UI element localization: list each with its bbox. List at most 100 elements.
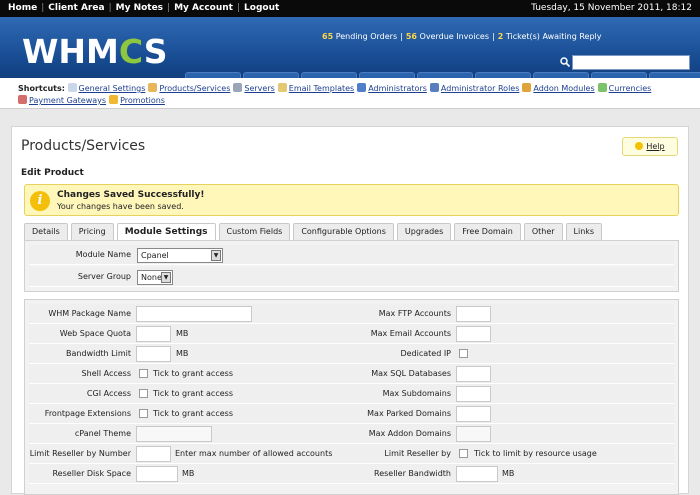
- reseller-bandwidth-unit: MB: [502, 469, 515, 478]
- logout-link[interactable]: Logout: [244, 3, 279, 13]
- pending-orders-link[interactable]: 65 Pending Orders: [322, 32, 397, 41]
- shortcuts-bar: Shortcuts: General Settings Products/Serv…: [0, 78, 700, 109]
- limit-reseller-number-input[interactable]: [136, 446, 171, 462]
- module-name-row: Module Name Cpanel ▼: [29, 245, 674, 265]
- tab-pricing[interactable]: Pricing: [70, 223, 114, 240]
- help-button[interactable]: Help: [622, 137, 678, 156]
- tab-configurable-options[interactable]: Configurable Options: [293, 223, 394, 240]
- whm-package-name-input[interactable]: [136, 306, 252, 322]
- reseller-disk-space-label: Reseller Disk Space: [52, 469, 131, 478]
- info-icon: i: [30, 191, 50, 211]
- my-account-link[interactable]: My Account: [174, 3, 233, 13]
- user-icon: [357, 83, 367, 92]
- tab-upgrades[interactable]: Upgrades: [396, 223, 452, 240]
- max-ftp-accounts-input[interactable]: [456, 306, 491, 322]
- reseller-bandwidth-label: Reseller Bandwidth: [374, 469, 451, 478]
- logo[interactable]: WHMCS: [22, 32, 167, 71]
- tab-details[interactable]: Details: [24, 223, 68, 240]
- settings-box: WHM Package Name Max FTP Accounts Web Sp…: [24, 299, 679, 495]
- shortcut-general-settings[interactable]: General Settings: [67, 83, 145, 93]
- server-group-select[interactable]: None ▼: [137, 270, 173, 285]
- content-panel: Products/Services Help Edit Product i Ch…: [11, 126, 689, 495]
- limit-reseller-number-hint: Enter max number of allowed accounts: [175, 449, 333, 458]
- box-icon: [148, 83, 158, 92]
- shortcut-products-services[interactable]: Products/Services: [148, 83, 230, 93]
- shortcut-email-templates[interactable]: Email Templates: [277, 83, 354, 93]
- settings-row: Bandwidth Limit MB Dedicated IP: [29, 344, 674, 364]
- search-input[interactable]: [572, 55, 690, 70]
- chevron-down-icon: ▼: [161, 272, 171, 283]
- top-bar: Home | Client Area | My Notes | My Account | Log…: [0, 0, 700, 17]
- shortcut-servers[interactable]: Servers: [233, 83, 275, 93]
- cgi-access-checkbox[interactable]: [139, 389, 148, 398]
- success-text: Your changes have been saved.: [57, 202, 184, 211]
- client-area-link[interactable]: Client Area: [48, 3, 104, 13]
- module-name-select[interactable]: Cpanel ▼: [137, 248, 223, 263]
- max-ftp-accounts-label: Max FTP Accounts: [378, 309, 451, 318]
- header: WHMCS 65 Pending Orders | 56 Overdue Invoi…: [0, 17, 700, 95]
- shortcut-administrator-roles[interactable]: Administrator Roles: [429, 83, 519, 93]
- web-space-quota-label: Web Space Quota: [59, 329, 131, 338]
- tab-links[interactable]: Links: [565, 223, 603, 240]
- max-addon-domains-label: Max Addon Domains: [368, 429, 451, 438]
- shortcut-promotions[interactable]: Promotions: [109, 95, 165, 105]
- reseller-disk-space-input[interactable]: [136, 466, 178, 482]
- max-email-accounts-input[interactable]: [456, 326, 491, 342]
- tab-other[interactable]: Other: [523, 223, 563, 240]
- server-group-row: Server Group None ▼: [29, 267, 674, 287]
- tab-custom-fields[interactable]: Custom Fields: [218, 223, 291, 240]
- max-parked-domains-input[interactable]: [456, 406, 491, 422]
- server-group-label: Server Group: [77, 272, 131, 281]
- settings-row: Shell Access Tick to grant access Max SQ…: [29, 364, 674, 384]
- settings-row: Frontpage Extensions Tick to grant acces…: [29, 404, 674, 424]
- limit-reseller-usage-checkbox[interactable]: [459, 449, 468, 458]
- frontpage-extensions-hint: Tick to grant access: [153, 409, 233, 418]
- shell-access-checkbox[interactable]: [139, 369, 148, 378]
- settings-row: WHM Package Name Max FTP Accounts: [29, 304, 674, 324]
- help-icon: [635, 142, 644, 150]
- addon-icon: [522, 83, 532, 92]
- overdue-invoices-link[interactable]: 56 Overdue Invoices: [406, 32, 489, 41]
- my-notes-link[interactable]: My Notes: [116, 3, 163, 13]
- max-sql-databases-label: Max SQL Databases: [371, 369, 451, 378]
- logo-gear-icon: C: [118, 32, 144, 71]
- dedicated-ip-checkbox[interactable]: [459, 349, 468, 358]
- cgi-access-hint: Tick to grant access: [153, 389, 233, 398]
- cgi-access-label: CGI Access: [86, 389, 131, 398]
- search-icon: [560, 57, 570, 67]
- tickets-link[interactable]: 2 Ticket(s) Awaiting Reply: [498, 32, 602, 41]
- web-space-quota-input[interactable]: [136, 326, 171, 342]
- reseller-disk-space-unit: MB: [182, 469, 195, 478]
- web-space-quota-unit: MB: [176, 329, 189, 338]
- limit-reseller-usage-hint: Tick to limit by resource usage: [474, 449, 597, 458]
- tab-module-settings[interactable]: Module Settings: [116, 223, 216, 241]
- top-links: Home | Client Area | My Notes | My Account | Log…: [8, 3, 280, 13]
- settings-icon: [67, 83, 77, 92]
- limit-reseller-number-label: Limit Reseller by Number: [29, 449, 131, 458]
- promotion-icon: [109, 95, 119, 104]
- max-subdomains-input[interactable]: [456, 386, 491, 402]
- module-box: Module Name Cpanel ▼ Server Group None ▼: [24, 240, 679, 292]
- email-icon: [277, 83, 287, 92]
- max-addon-domains-input[interactable]: [456, 426, 491, 442]
- cpanel-theme-input[interactable]: [136, 426, 212, 442]
- server-icon: [233, 83, 243, 92]
- success-title: Changes Saved Successfully!: [57, 190, 205, 200]
- module-name-label: Module Name: [75, 250, 131, 259]
- bandwidth-limit-input[interactable]: [136, 346, 171, 362]
- max-sql-databases-input[interactable]: [456, 366, 491, 382]
- settings-row: cPanel Theme Max Addon Domains: [29, 424, 674, 444]
- shortcut-addon-modules[interactable]: Addon Modules: [522, 83, 595, 93]
- home-link[interactable]: Home: [8, 3, 37, 13]
- shortcut-payment-gateways[interactable]: Payment Gateways: [18, 95, 106, 105]
- frontpage-extensions-checkbox[interactable]: [139, 409, 148, 418]
- section-title: Edit Product: [21, 168, 84, 178]
- success-message: i Changes Saved Successfully! Your chang…: [24, 184, 679, 216]
- reseller-bandwidth-input[interactable]: [456, 466, 498, 482]
- max-subdomains-label: Max Subdomains: [382, 389, 451, 398]
- tab-free-domain[interactable]: Free Domain: [454, 223, 521, 240]
- header-stats: 65 Pending Orders | 56 Overdue Invoices | 2 …: [322, 32, 602, 41]
- currency-icon: [597, 83, 607, 92]
- shortcut-administrators[interactable]: Administrators: [357, 83, 427, 93]
- shortcut-currencies[interactable]: Currencies: [597, 83, 651, 93]
